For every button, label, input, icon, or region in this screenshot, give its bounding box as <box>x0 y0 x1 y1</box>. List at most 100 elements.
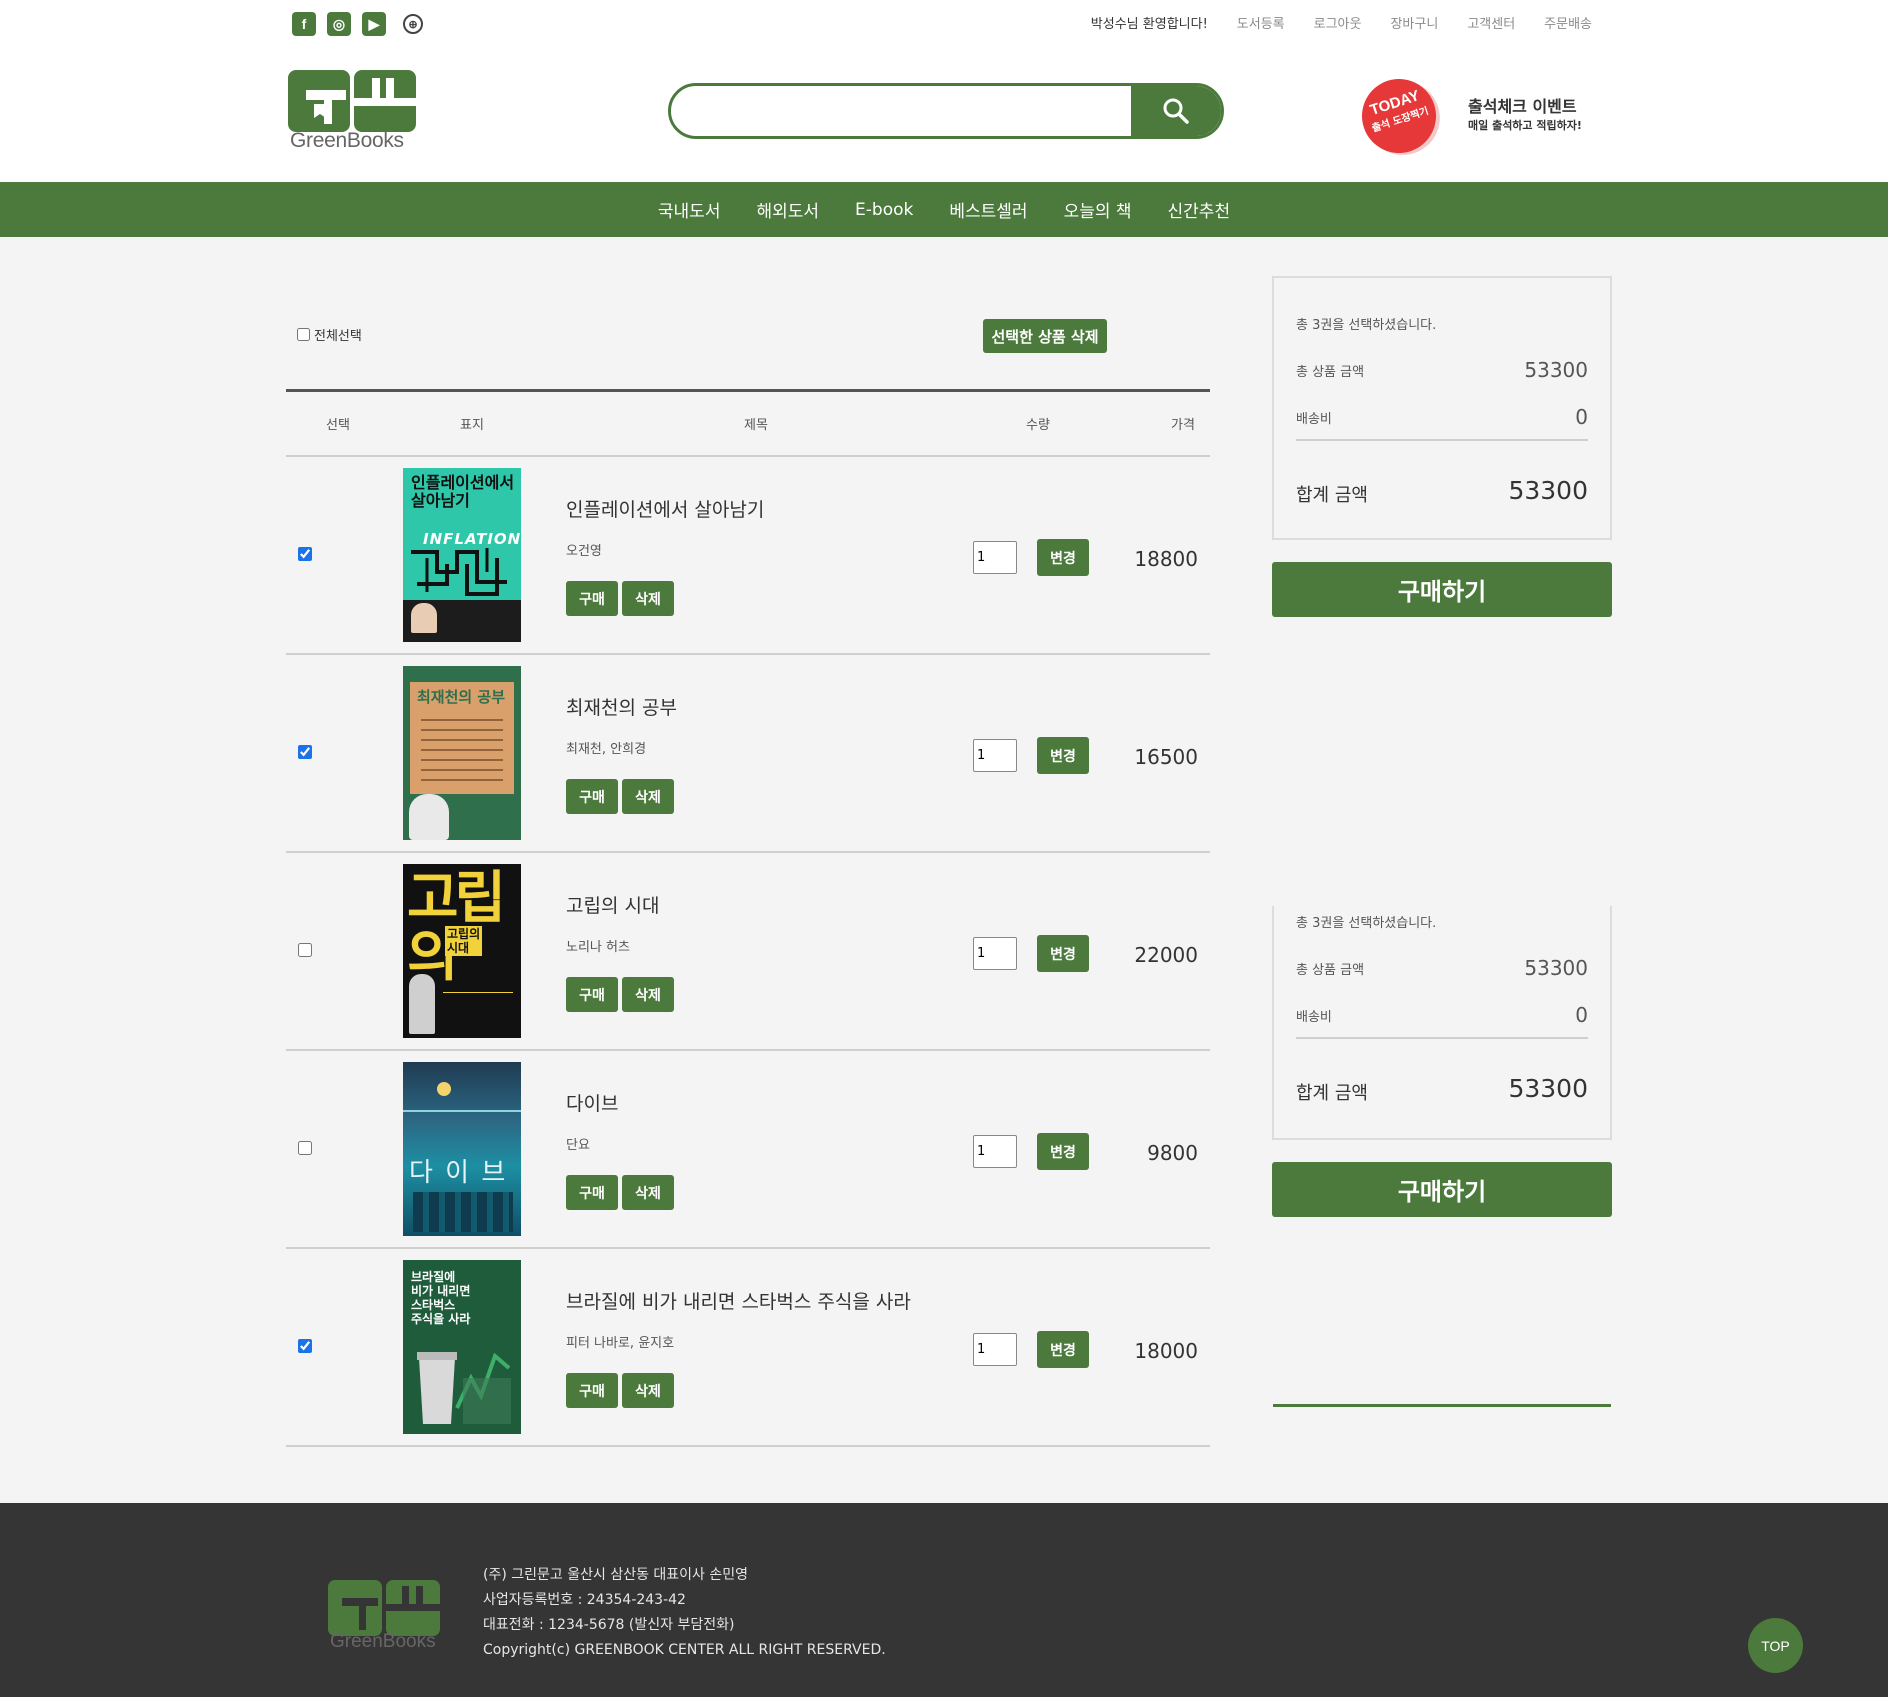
cart-row: 다 이 브 다이브 단요 구매 삭제 변경 9800 <box>286 1051 1210 1249</box>
change-quantity-button[interactable]: 변경 <box>1037 1331 1089 1368</box>
item-price: 22000 <box>1134 943 1198 967</box>
shipping-value: 0 <box>1575 1003 1588 1027</box>
nav-new-recommend[interactable]: 신간추천 <box>1168 197 1231 222</box>
top-nav-customer-center[interactable]: 고객센터 <box>1467 13 1515 32</box>
globe-icon[interactable]: ⊕ <box>403 14 423 34</box>
top-nav-register-book[interactable]: 도서등록 <box>1237 13 1285 32</box>
purchase-button[interactable]: 구매하기 <box>1272 562 1612 617</box>
delete-item-button[interactable]: 삭제 <box>622 1175 674 1210</box>
footer-logo-text: GreenBooks <box>330 1631 436 1652</box>
cover-title-line4: 주식을 사라 <box>411 1312 471 1326</box>
nav-today-book[interactable]: 오늘의 책 <box>1064 197 1132 222</box>
delete-item-button[interactable]: 삭제 <box>622 1373 674 1408</box>
nav-bestseller[interactable]: 베스트셀러 <box>949 197 1027 222</box>
attendance-event-banner[interactable]: TODAY 출석 도장찍기 출석체크 이벤트 매일 출석하고 적립하자! <box>1352 69 1598 163</box>
nav-domestic-books[interactable]: 국내도서 <box>658 197 721 222</box>
quantity-input[interactable] <box>973 1333 1017 1366</box>
book-author: 오건영 <box>566 544 602 559</box>
search-button[interactable] <box>1131 86 1221 136</box>
delete-selected-button[interactable]: 선택한 상품 삭제 <box>983 319 1107 353</box>
purchase-button-sticky[interactable]: 구매하기 <box>1272 1162 1612 1217</box>
cart-row: 브라질에 비가 내리면 스타벅스 주식을 사라 브라질에 비가 내리면 스타벅스… <box>286 1249 1210 1447</box>
item-checkbox[interactable] <box>298 745 312 759</box>
book-author: 노리나 허츠 <box>566 940 630 955</box>
quantity-input[interactable] <box>973 541 1017 574</box>
subtotal-label: 총 상품 금액 <box>1296 365 1365 380</box>
scroll-top-button[interactable]: TOP <box>1748 1618 1803 1673</box>
top-nav-logout[interactable]: 로그아웃 <box>1314 13 1362 32</box>
nav-ebook[interactable]: E-book <box>855 200 913 220</box>
cover-small-title: 고립의 시대 <box>445 926 483 956</box>
cart-row: 인플레이션에서 살아남기 INFLATION 인플레이션에서 살아남기 오건영 … <box>286 457 1210 655</box>
youtube-icon[interactable]: ▶ <box>362 12 386 36</box>
item-price: 16500 <box>1134 745 1198 769</box>
header-qty: 수량 <box>1026 418 1050 433</box>
book-cover[interactable]: 인플레이션에서 살아남기 INFLATION <box>403 468 521 642</box>
delete-item-button[interactable]: 삭제 <box>622 977 674 1012</box>
cover-author-photo <box>411 603 437 633</box>
buy-item-button[interactable]: 구매 <box>566 1373 618 1408</box>
quantity-input[interactable] <box>973 739 1017 772</box>
book-cover[interactable]: 브라질에 비가 내리면 스타벅스 주식을 사라 <box>403 1260 521 1434</box>
social-links: f ◎ ▶ ⊕ <box>292 12 423 36</box>
cover-moon <box>437 1082 451 1096</box>
cover-small-title-line1: 고립의 <box>447 927 481 941</box>
item-price: 9800 <box>1147 1141 1198 1165</box>
buy-item-button[interactable]: 구매 <box>566 779 618 814</box>
summary-divider <box>1296 439 1588 441</box>
change-quantity-button[interactable]: 변경 <box>1037 1133 1089 1170</box>
shipping-value: 0 <box>1575 405 1588 429</box>
book-cover[interactable]: 최재천의 공부 <box>403 666 521 840</box>
item-checkbox[interactable] <box>298 943 312 957</box>
total-label: 합계 금액 <box>1296 1083 1368 1104</box>
buy-item-button[interactable]: 구매 <box>566 977 618 1012</box>
top-nav-order-delivery[interactable]: 주문배송 <box>1544 13 1592 32</box>
change-quantity-button[interactable]: 변경 <box>1037 539 1089 576</box>
nav-foreign-books[interactable]: 해외도서 <box>756 197 819 222</box>
change-quantity-button[interactable]: 변경 <box>1037 737 1089 774</box>
header-select: 선택 <box>326 418 350 433</box>
site-footer <box>0 1503 1888 1697</box>
total-label: 합계 금액 <box>1296 485 1368 506</box>
cover-text-block <box>443 992 513 1022</box>
quantity-input[interactable] <box>973 1135 1017 1168</box>
cover-title-line2: 비가 내리면 <box>411 1284 471 1298</box>
total-value: 53300 <box>1508 476 1588 505</box>
search-input[interactable] <box>671 86 1131 136</box>
instagram-icon[interactable]: ◎ <box>327 12 351 36</box>
cart-row: 고립의 고립의 시대 고립의 시대 노리나 허츠 구매 삭제 변경 22000 <box>286 853 1210 1051</box>
change-quantity-button[interactable]: 변경 <box>1037 935 1089 972</box>
book-title[interactable]: 다이브 <box>566 1089 618 1116</box>
book-cover[interactable]: 고립의 고립의 시대 <box>403 864 521 1038</box>
shipping-label: 배송비 <box>1296 412 1332 427</box>
delete-item-button[interactable]: 삭제 <box>622 779 674 814</box>
select-all-label: 전체선택 <box>314 329 362 344</box>
delete-item-button[interactable]: 삭제 <box>622 581 674 616</box>
cover-city-art <box>413 1192 513 1232</box>
book-title[interactable]: 최재천의 공부 <box>566 693 677 720</box>
facebook-icon[interactable]: f <box>292 12 316 36</box>
cover-title: 인플레이션에서 살아남기 <box>411 474 514 510</box>
cover-cup-chart-art <box>417 1352 511 1424</box>
item-checkbox[interactable] <box>298 1141 312 1155</box>
select-all-checkbox[interactable] <box>297 328 310 341</box>
footer-line-phone: 대표전화 : 1234-5678 (발신자 부담전화) <box>483 1617 735 1633</box>
top-nav: 박성수님 환영합니다! 도서등록 로그아웃 장바구니 고객센터 주문배송 <box>1091 13 1592 32</box>
book-cover[interactable]: 다 이 브 <box>403 1062 521 1236</box>
item-checkbox[interactable] <box>298 547 312 561</box>
subtotal-label: 총 상품 금액 <box>1296 963 1365 978</box>
quantity-input[interactable] <box>973 937 1017 970</box>
book-title[interactable]: 고립의 시대 <box>566 891 659 918</box>
book-title[interactable]: 브라질에 비가 내리면 스타벅스 주식을 사라 <box>566 1287 911 1314</box>
subtotal-value: 53300 <box>1524 956 1588 980</box>
header-cover: 표지 <box>460 418 484 433</box>
cover-author-photo <box>409 974 435 1034</box>
buy-item-button[interactable]: 구매 <box>566 1175 618 1210</box>
item-checkbox[interactable] <box>298 1339 312 1353</box>
search-icon <box>1163 98 1189 124</box>
top-nav-cart[interactable]: 장바구니 <box>1390 13 1438 32</box>
buy-item-button[interactable]: 구매 <box>566 581 618 616</box>
book-title[interactable]: 인플레이션에서 살아남기 <box>566 495 764 522</box>
cart-table-header: 선택 표지 제목 수량 가격 <box>286 392 1210 457</box>
select-all[interactable]: 전체선택 <box>297 325 362 344</box>
